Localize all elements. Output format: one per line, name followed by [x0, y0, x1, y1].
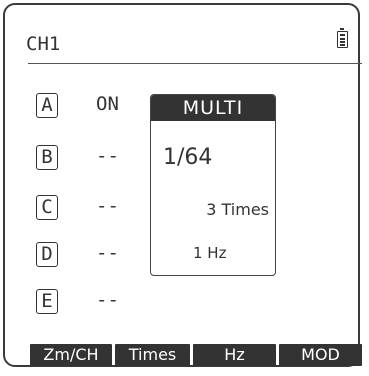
channel-e-button[interactable]: E [36, 289, 58, 314]
softkey-zoom-channel[interactable]: Zm/CH [30, 344, 112, 366]
softkey-times[interactable]: Times [115, 344, 190, 366]
multi-panel: MULTI 1/64 3 Times 1 Hz [150, 94, 276, 276]
channel-b-button[interactable]: B [36, 145, 58, 170]
multi-title: MULTI [151, 95, 275, 121]
channel-b-state: -- [96, 145, 119, 167]
header-divider [28, 63, 362, 64]
channel-c-state: -- [96, 195, 119, 217]
softkey-hz[interactable]: Hz [193, 344, 276, 366]
channel-d-state: -- [96, 242, 119, 264]
channel-title: CH1 [26, 33, 61, 55]
softkey-mod[interactable]: MOD [279, 344, 362, 366]
multi-frequency: 1 Hz [193, 244, 227, 262]
multi-times: 3 Times [206, 200, 269, 219]
channel-a-state: ON [96, 93, 119, 115]
multi-ratio: 1/64 [163, 145, 213, 170]
channel-e-state: -- [96, 289, 119, 311]
channel-d-button[interactable]: D [36, 242, 58, 267]
battery-icon [337, 28, 348, 48]
channel-a-button[interactable]: A [36, 93, 58, 118]
softkey-bar: Zm/CH Times Hz MOD [30, 344, 362, 366]
channel-c-button[interactable]: C [36, 195, 58, 220]
